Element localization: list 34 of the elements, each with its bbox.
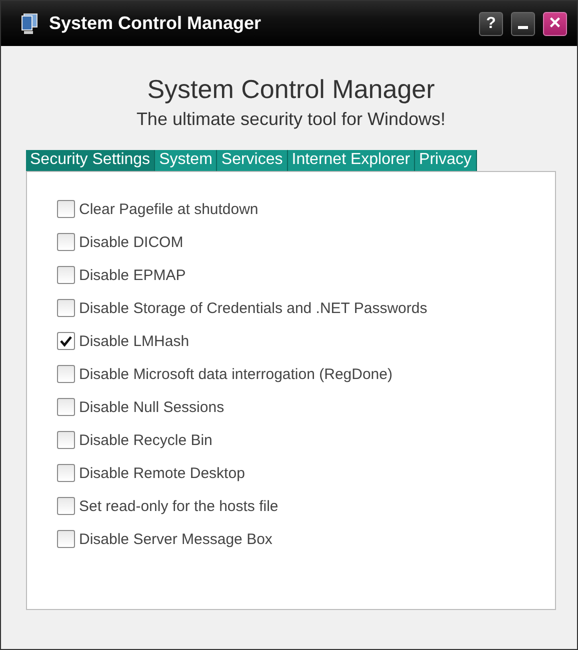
option-label[interactable]: Clear Pagefile at shutdown	[79, 200, 258, 218]
option-label[interactable]: Disable Server Message Box	[79, 530, 272, 548]
checkbox[interactable]	[57, 200, 75, 218]
tab[interactable]: Services	[217, 150, 288, 171]
minimize-button[interactable]	[511, 12, 535, 36]
app-subtitle: The ultimate security tool for Windows!	[135, 109, 447, 130]
option-label[interactable]: Disable LMHash	[79, 332, 190, 350]
checkbox[interactable]	[57, 332, 75, 350]
checkbox[interactable]	[57, 464, 75, 482]
checkbox[interactable]	[57, 233, 75, 251]
option-label[interactable]: Set read-only for the hosts file	[79, 498, 278, 514]
checkbox[interactable]	[57, 398, 75, 416]
option-label[interactable]: Disable Microsoft data interrogation (RegDone)	[79, 366, 392, 382]
app-heading: System Control Manager	[146, 74, 436, 105]
checkbox[interactable]	[57, 365, 75, 383]
computer-icon	[21, 12, 39, 34]
tab[interactable]: Security Settings	[26, 150, 156, 171]
help-button[interactable]: ?	[479, 12, 503, 36]
option-label[interactable]: Disable Recycle Bin	[79, 432, 212, 448]
checkbox[interactable]	[57, 299, 75, 317]
close-button[interactable]: ×	[543, 12, 567, 36]
option-label[interactable]: Disable EPMAP	[79, 266, 186, 284]
checkbox[interactable]	[57, 431, 75, 449]
option-label[interactable]: Disable Remote Desktop	[79, 464, 245, 482]
tab[interactable]: Privacy	[415, 150, 476, 171]
tab[interactable]: System	[155, 150, 218, 171]
checkbox[interactable]	[57, 497, 75, 515]
window-title: System Control Manager	[49, 13, 262, 34]
checkbox[interactable]	[57, 530, 75, 548]
tab[interactable]: Internet Explorer	[288, 150, 416, 171]
checkbox[interactable]	[57, 266, 75, 284]
option-label[interactable]: Disable Null Sessions	[79, 398, 224, 416]
option-label[interactable]: Disable Storage of Credentials and .NET Passwords	[79, 300, 428, 316]
option-label[interactable]: Disable DICOM	[79, 234, 184, 250]
